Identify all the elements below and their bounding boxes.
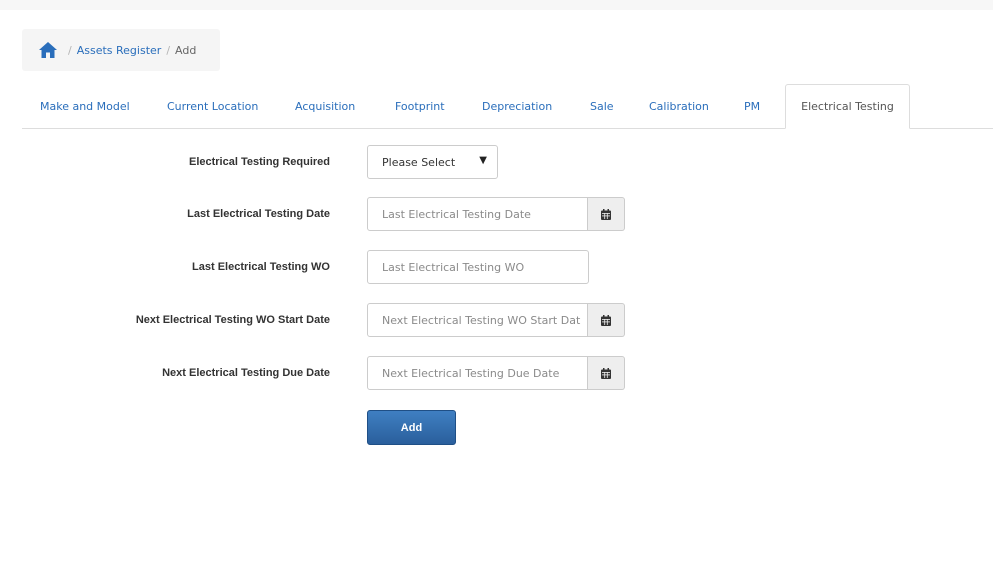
breadcrumb-separator: / (68, 43, 72, 57)
breadcrumb: / Assets Register / Add (22, 29, 220, 71)
tab-current-location[interactable]: Current Location (167, 85, 258, 129)
add-button[interactable]: Add (367, 410, 456, 445)
next-due-input-group: Next Electrical Testing Due Date (367, 356, 625, 390)
next-electrical-testing-wo-start-date-input[interactable]: Next Electrical Testing WO Start Dat (367, 303, 588, 337)
tab-electrical-testing[interactable]: Electrical Testing (785, 84, 910, 129)
next-electrical-testing-due-date-label: Next Electrical Testing Due Date (162, 367, 330, 379)
tab-calibration[interactable]: Calibration (649, 85, 709, 129)
tab-depreciation[interactable]: Depreciation (482, 85, 552, 129)
tab-make-and-model[interactable]: Make and Model (40, 85, 130, 129)
calendar-icon[interactable] (588, 356, 625, 390)
form-row-last-date: Last Electrical Testing Date Last Electr… (0, 197, 993, 231)
electrical-testing-required-select[interactable]: Please Select ▼ (367, 145, 498, 179)
last-electrical-testing-wo-input[interactable]: Last Electrical Testing WO (367, 250, 589, 284)
tab-bar: Make and Model Current Location Acquisit… (22, 84, 993, 129)
last-date-input-group: Last Electrical Testing Date (367, 197, 625, 231)
calendar-icon[interactable] (588, 197, 625, 231)
last-electrical-testing-wo-label: Last Electrical Testing WO (192, 261, 330, 273)
form-row-last-wo: Last Electrical Testing WO Last Electric… (0, 250, 993, 284)
home-icon[interactable] (39, 41, 59, 59)
select-value: Please Select (382, 155, 456, 169)
tab-footprint[interactable]: Footprint (395, 85, 445, 129)
electrical-testing-required-label: Electrical Testing Required (188, 156, 330, 168)
breadcrumb-separator: / (166, 43, 171, 57)
caret-down-icon: ▼ (479, 155, 487, 166)
form-row-next-due: Next Electrical Testing Due Date Next El… (0, 356, 993, 390)
top-strip (0, 0, 993, 10)
calendar-icon[interactable] (588, 303, 625, 337)
last-electrical-testing-date-input[interactable]: Last Electrical Testing Date (367, 197, 588, 231)
next-electrical-testing-due-date-input[interactable]: Next Electrical Testing Due Date (367, 356, 588, 390)
tab-pm[interactable]: PM (744, 85, 760, 129)
last-electrical-testing-date-label: Last Electrical Testing Date (187, 208, 330, 220)
form-row-required: Electrical Testing Required Please Selec… (0, 145, 993, 179)
form-row-next-wo-start: Next Electrical Testing WO Start Date Ne… (0, 303, 993, 337)
last-wo-input-group: Last Electrical Testing WO (367, 250, 589, 284)
tab-sale[interactable]: Sale (590, 85, 614, 129)
tab-acquisition[interactable]: Acquisition (295, 85, 355, 129)
next-wo-start-input-group: Next Electrical Testing WO Start Dat (367, 303, 625, 337)
breadcrumb-current: Add (175, 43, 197, 57)
breadcrumb-assets-register-link[interactable]: Assets Register (77, 44, 162, 57)
next-electrical-testing-wo-start-date-label: Next Electrical Testing WO Start Date (135, 314, 330, 326)
